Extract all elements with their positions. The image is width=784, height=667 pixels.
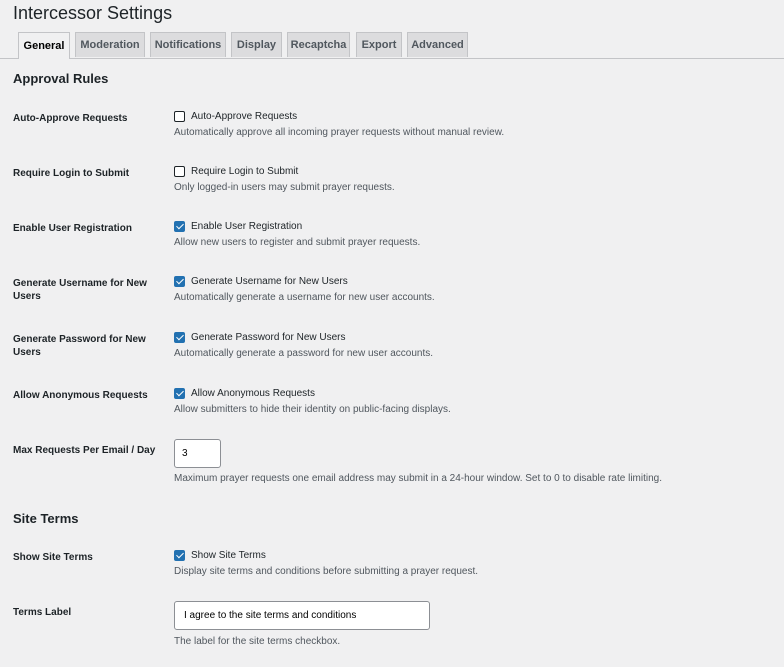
tab-display[interactable]: Display	[231, 32, 282, 57]
generate-username-description: Automatically generate a username for ne…	[174, 292, 435, 303]
generate-username-label: Generate Username for New Users	[13, 278, 147, 302]
section-title-site-terms: Site Terms	[13, 511, 79, 526]
enable-registration-description: Allow new users to register and submit p…	[174, 237, 421, 248]
show-terms-checkbox-label[interactable]: Show Site Terms	[191, 550, 266, 561]
enable-registration-checkbox[interactable]	[174, 220, 185, 232]
tab-general[interactable]: General	[18, 32, 70, 59]
require-login-label: Require Login to Submit	[13, 168, 130, 179]
terms-label-input[interactable]	[174, 601, 430, 630]
tab-export[interactable]: Export	[356, 32, 402, 57]
anonymous-label: Allow Anonymous Requests	[13, 390, 148, 401]
require-login-field: Require Login to Submit Only logged-in u…	[174, 164, 395, 193]
require-login-checkbox-label[interactable]: Require Login to Submit	[191, 166, 298, 177]
terms-label-label: Terms Label	[13, 607, 72, 618]
enable-registration-checkbox-label[interactable]: Enable User Registration	[191, 221, 302, 232]
anonymous-description: Allow submitters to hide their identity …	[174, 404, 451, 415]
generate-username-checkbox-label[interactable]: Generate Username for New Users	[191, 276, 348, 287]
max-requests-input[interactable]	[174, 439, 221, 468]
require-login-description: Only logged-in users may submit prayer r…	[174, 182, 395, 193]
auto-approve-label: Auto-Approve Requests	[13, 113, 128, 124]
generate-username-field: Generate Username for New Users Automati…	[174, 274, 435, 303]
generate-password-checkbox[interactable]	[174, 331, 185, 343]
show-terms-description: Display site terms and conditions before…	[174, 566, 479, 577]
terms-label-description: The label for the site terms checkbox.	[174, 636, 341, 647]
generate-password-description: Automatically generate a password for ne…	[174, 348, 434, 359]
generate-username-checkbox[interactable]	[174, 275, 185, 287]
anonymous-checkbox-label[interactable]: Allow Anonymous Requests	[191, 388, 315, 399]
terms-label-field: The label for the site terms checkbox.	[174, 601, 430, 647]
page-title: Intercessor Settings	[13, 3, 173, 23]
section-title-approval-rules: Approval Rules	[13, 71, 109, 86]
anonymous-field: Allow Anonymous Requests Allow submitter…	[174, 386, 451, 415]
auto-approve-description: Automatically approve all incoming praye…	[174, 127, 505, 138]
show-terms-checkbox[interactable]	[174, 549, 185, 561]
show-terms-label: Show Site Terms	[13, 552, 93, 563]
max-requests-field: Maximum prayer requests one email addres…	[174, 439, 662, 484]
show-terms-field: Show Site Terms Display site terms and c…	[174, 548, 478, 577]
tab-advanced[interactable]: Advanced	[407, 32, 468, 57]
tab-notifications[interactable]: Notifications	[150, 32, 226, 57]
tab-moderation[interactable]: Moderation	[75, 32, 145, 57]
auto-approve-checkbox[interactable]	[174, 110, 185, 122]
enable-registration-label: Enable User Registration	[13, 223, 132, 234]
settings-tabs: General Moderation Notifications Display…	[0, 32, 784, 59]
auto-approve-checkbox-label[interactable]: Auto-Approve Requests	[191, 111, 297, 122]
require-login-checkbox[interactable]	[174, 165, 185, 177]
anonymous-checkbox[interactable]	[174, 387, 185, 399]
generate-password-field: Generate Password for New Users Automati…	[174, 330, 433, 359]
max-requests-label: Max Requests Per Email / Day	[13, 445, 156, 456]
auto-approve-field: Auto-Approve Requests Automatically appr…	[174, 109, 504, 138]
max-requests-description: Maximum prayer requests one email addres…	[174, 473, 663, 484]
tab-recaptcha[interactable]: Recaptcha	[287, 32, 350, 57]
generate-password-checkbox-label[interactable]: Generate Password for New Users	[191, 332, 346, 343]
enable-registration-field: Enable User Registration Allow new users…	[174, 219, 420, 248]
generate-password-label: Generate Password for New Users	[13, 334, 146, 358]
